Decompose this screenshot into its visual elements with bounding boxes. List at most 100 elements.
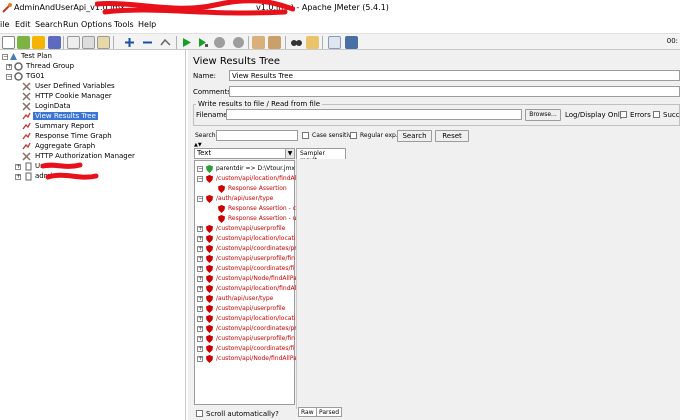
- comments-input[interactable]: [229, 86, 680, 97]
- result-row[interactable]: + /custom/api/coordinates/pr: [195, 244, 297, 254]
- result-row[interactable]: Response Assertion: [195, 184, 294, 194]
- result-row[interactable]: − parentdir => D:\Vtour.jmx: [195, 164, 295, 174]
- expand-icon[interactable]: [123, 36, 136, 49]
- result-row[interactable]: − /auth/api/user/type: [195, 194, 294, 204]
- expand-toggle[interactable]: +: [197, 336, 203, 342]
- shutdown-icon[interactable]: [232, 36, 245, 49]
- tree-item-view-results-tree[interactable]: View Results Tree: [0, 112, 180, 122]
- result-row[interactable]: + /custom/api/location/findAl: [195, 284, 296, 294]
- open-icon[interactable]: [32, 36, 45, 49]
- successes-checkbox[interactable]: [653, 111, 660, 118]
- result-row[interactable]: + /custom/api/userprofile: [195, 224, 294, 234]
- templates-icon[interactable]: [17, 36, 30, 49]
- collapse-toggle[interactable]: −: [197, 166, 203, 172]
- menu-bar: File Edit Search Run Options Tools Help: [0, 18, 680, 33]
- new-icon[interactable]: [2, 36, 15, 49]
- search-button[interactable]: Search: [397, 130, 432, 142]
- tree-item-user-defined-variables[interactable]: User Defined Variables: [0, 82, 180, 92]
- menu-tools[interactable]: Tools: [114, 20, 134, 29]
- search-icon[interactable]: [290, 36, 303, 49]
- expand-toggle[interactable]: +: [6, 64, 12, 70]
- expand-toggle[interactable]: +: [197, 286, 203, 292]
- menu-edit[interactable]: Edit: [15, 20, 31, 29]
- clear-icon[interactable]: [252, 36, 265, 49]
- collapse-icon[interactable]: [141, 36, 154, 49]
- menu-run[interactable]: Run: [63, 20, 78, 29]
- expand-toggle[interactable]: +: [197, 266, 203, 272]
- menu-file[interactable]: File: [0, 20, 9, 29]
- help-icon[interactable]: [345, 36, 358, 49]
- case-sensitive-checkbox[interactable]: [302, 132, 309, 139]
- tree-item-response-time-graph[interactable]: Response Time Graph: [0, 132, 180, 142]
- search-input[interactable]: [216, 130, 298, 141]
- result-row[interactable]: + /custom/api/userprofile/fin: [195, 254, 295, 264]
- collapse-toggle[interactable]: −: [6, 74, 12, 80]
- expand-toggle[interactable]: +: [197, 306, 203, 312]
- result-row[interactable]: + /custom/api/Node/findAllPa: [195, 274, 297, 284]
- result-row[interactable]: Response Assertion - co: [195, 204, 300, 214]
- result-row[interactable]: + /custom/api/userprofile/fin: [195, 334, 295, 344]
- clear-all-icon[interactable]: [268, 36, 281, 49]
- save-icon[interactable]: [48, 36, 61, 49]
- expand-toggle[interactable]: +: [197, 316, 203, 322]
- collapse-toggle[interactable]: −: [2, 54, 8, 60]
- tree-item-tg01[interactable]: − TG01: [0, 72, 180, 82]
- result-row[interactable]: − /custom/api/location/findAl: [195, 174, 296, 184]
- stop-icon[interactable]: [213, 36, 226, 49]
- tab-parsed[interactable]: Parsed: [316, 407, 343, 417]
- reset-search-icon[interactable]: [306, 36, 319, 49]
- tree-item-summary-report[interactable]: Summary Report: [0, 122, 180, 132]
- result-row[interactable]: + /custom/api/Node/findAllPa: [195, 354, 297, 364]
- tree-item-aggregate-graph[interactable]: Aggregate Graph: [0, 142, 180, 152]
- copy-icon[interactable]: [82, 36, 95, 49]
- expand-toggle[interactable]: +: [197, 326, 203, 332]
- expand-toggle[interactable]: +: [197, 346, 203, 352]
- tab-sampler-result[interactable]: Sampler result: [296, 148, 346, 164]
- expand-toggle[interactable]: +: [197, 236, 203, 242]
- result-row[interactable]: + /custom/api/coordinates/pr: [195, 324, 297, 334]
- result-label: /custom/api/userprofile/fin: [216, 255, 295, 262]
- menu-options[interactable]: Options: [81, 20, 112, 29]
- toggle-icon[interactable]: [159, 36, 172, 49]
- menu-search[interactable]: Search: [35, 20, 62, 29]
- collapse-toggle[interactable]: −: [197, 176, 203, 182]
- name-input[interactable]: View Results Tree: [229, 70, 680, 81]
- expand-toggle[interactable]: +: [197, 276, 203, 282]
- tree-item-http-cookie-manager[interactable]: HTTP Cookie Manager: [0, 92, 180, 102]
- function-helper-icon[interactable]: [328, 36, 341, 49]
- expand-toggle[interactable]: +: [197, 356, 203, 362]
- renderer-select[interactable]: Text ▼: [194, 148, 295, 159]
- expand-toggle[interactable]: +: [15, 164, 21, 170]
- result-row[interactable]: + /custom/api/coordinates/fi: [195, 344, 294, 354]
- test-plan-icon: [10, 53, 17, 60]
- browse-button[interactable]: Browse...: [525, 109, 561, 121]
- tree-item-thread-group[interactable]: + Thread Group: [0, 62, 180, 72]
- cut-icon[interactable]: [67, 36, 80, 49]
- collapse-toggle[interactable]: −: [197, 196, 203, 202]
- scroll-auto-checkbox[interactable]: [196, 410, 203, 417]
- result-row[interactable]: + /custom/api/location/locati: [195, 234, 295, 244]
- filename-input[interactable]: [226, 109, 522, 120]
- start-icon[interactable]: [180, 36, 193, 49]
- expand-toggle[interactable]: +: [197, 296, 203, 302]
- tab-raw[interactable]: Raw: [298, 407, 317, 417]
- result-row[interactable]: Response Assertion - us: [195, 214, 300, 224]
- start-no-pause-icon[interactable]: [196, 36, 209, 49]
- expand-toggle[interactable]: +: [197, 256, 203, 262]
- result-row[interactable]: + /custom/api/userprofile: [195, 304, 294, 314]
- paste-icon[interactable]: [97, 36, 110, 49]
- errors-checkbox[interactable]: [620, 111, 627, 118]
- tree-item-test-plan[interactable]: − Test Plan: [0, 52, 180, 62]
- expand-toggle[interactable]: +: [197, 246, 203, 252]
- regex-checkbox[interactable]: [350, 132, 357, 139]
- menu-help[interactable]: Help: [138, 20, 156, 29]
- tree-item-logindata[interactable]: LoginData: [0, 102, 180, 112]
- error-shield-icon: [206, 265, 213, 273]
- expand-toggle[interactable]: +: [15, 174, 21, 180]
- reset-button[interactable]: Reset: [435, 130, 469, 142]
- error-shield-icon: [206, 285, 213, 293]
- result-row[interactable]: + /custom/api/location/locati: [195, 314, 295, 324]
- result-row[interactable]: + /custom/api/coordinates/fi: [195, 264, 294, 274]
- expand-toggle[interactable]: +: [197, 226, 203, 232]
- result-row[interactable]: + /auth/api/user/type: [195, 294, 294, 304]
